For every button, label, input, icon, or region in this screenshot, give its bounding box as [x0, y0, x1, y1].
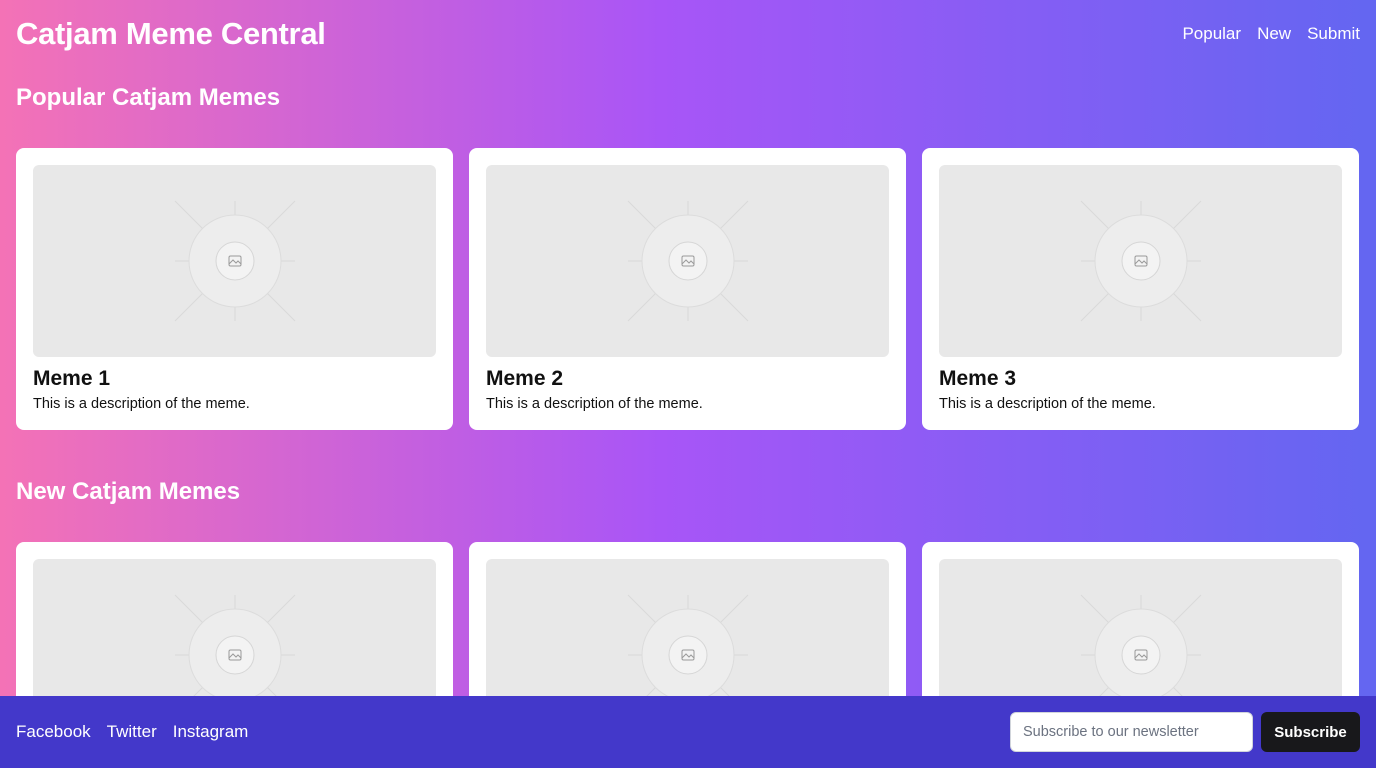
image-placeholder-icon	[174, 200, 295, 322]
meme-description: This is a description of the meme.	[33, 396, 250, 412]
meme-card[interactable]: Meme 1 This is a description of the meme…	[16, 148, 453, 430]
popular-grid: Meme 1 This is a description of the meme…	[16, 148, 1360, 430]
instagram-link[interactable]: Instagram	[173, 722, 249, 742]
nav-popular[interactable]: Popular	[1182, 24, 1241, 44]
meme-description: This is a description of the meme.	[939, 396, 1156, 412]
popular-section-title: Popular Catjam Memes	[16, 84, 281, 111]
main-nav: Popular New Submit	[1182, 24, 1360, 44]
meme-title: Meme 2	[486, 367, 564, 390]
nav-submit[interactable]: Submit	[1307, 24, 1360, 44]
new-section-title: New Catjam Memes	[16, 478, 241, 505]
social-links: Facebook Twitter Instagram	[16, 722, 248, 742]
subscribe-button[interactable]: Subscribe	[1261, 712, 1360, 752]
facebook-link[interactable]: Facebook	[16, 722, 91, 742]
newsletter-email-input[interactable]	[1010, 712, 1253, 752]
meme-card[interactable]: Meme 2 This is a description of the meme…	[469, 148, 906, 430]
site-header: Catjam Meme Central Popular New Submit	[16, 0, 1360, 68]
image-placeholder-icon	[1080, 200, 1201, 322]
meme-image-placeholder	[939, 165, 1342, 357]
meme-description: This is a description of the meme.	[486, 396, 703, 412]
site-title: Catjam Meme Central	[16, 16, 326, 51]
image-placeholder-icon	[627, 200, 748, 322]
meme-card[interactable]: Meme 3 This is a description of the meme…	[922, 148, 1359, 430]
meme-image-placeholder	[486, 165, 889, 357]
nav-new[interactable]: New	[1257, 24, 1291, 44]
meme-title: Meme 1	[33, 367, 111, 390]
newsletter-form: Subscribe	[1010, 712, 1360, 752]
meme-image-placeholder	[33, 165, 436, 357]
meme-title: Meme 3	[939, 367, 1017, 390]
site-footer: Facebook Twitter Instagram Subscribe	[0, 696, 1376, 768]
twitter-link[interactable]: Twitter	[107, 722, 157, 742]
